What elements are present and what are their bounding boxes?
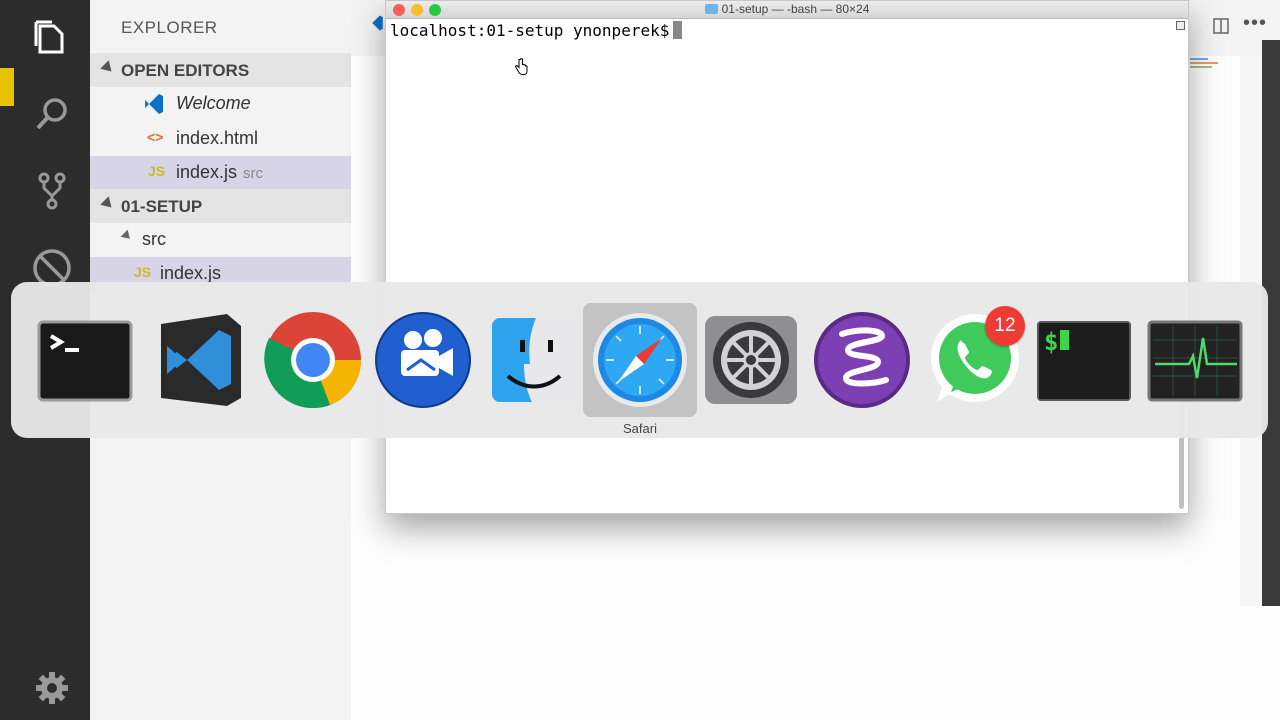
expand-triangle-icon: [120, 229, 134, 243]
file-label: index.js: [176, 162, 238, 182]
js-icon: JS: [134, 264, 152, 280]
project-header[interactable]: 01-SETUP: [90, 189, 351, 223]
emacs-app-icon: [814, 312, 910, 408]
terminal-app[interactable]: [28, 303, 142, 417]
yellow-marker: [0, 68, 14, 106]
chrome-app-icon: [264, 312, 362, 409]
screenflow-app-icon: [375, 312, 471, 408]
vscode-app[interactable]: [142, 303, 256, 417]
app-switcher: 12 $ Safari: [11, 282, 1268, 438]
minimap-code-preview: [1190, 56, 1230, 78]
terminal-prompt: localhost:01-setup ynonperek$: [390, 21, 670, 40]
open-editors-header[interactable]: OPEN EDITORS: [90, 53, 351, 87]
safari-app[interactable]: [583, 303, 697, 417]
system-preferences-app-icon: [705, 316, 797, 404]
vscode-icon: [142, 92, 166, 119]
terminal-content[interactable]: localhost:01-setup ynonperek$: [390, 21, 683, 40]
file-folder-hint: src: [243, 165, 264, 182]
folder-src[interactable]: src: [90, 223, 351, 257]
text-cursor: [673, 21, 683, 39]
screenflow-app[interactable]: [366, 303, 480, 417]
folder-icon: [704, 4, 718, 14]
hand-pointer-icon: [514, 58, 528, 81]
collapse-triangle-icon: [100, 60, 116, 76]
safari-app-icon: [593, 313, 687, 407]
vscode-tab-icon[interactable]: [367, 14, 385, 37]
activity-monitor-app-icon: [1147, 320, 1243, 402]
js-icon: JS: [148, 163, 166, 179]
terminal-title-text: 01-setup — -bash — 80×24: [721, 2, 870, 16]
whatsapp-app[interactable]: 12: [916, 303, 1030, 417]
search-icon[interactable]: [32, 94, 72, 134]
activity-monitor-app[interactable]: [1138, 303, 1252, 417]
notification-badge: 12: [985, 306, 1025, 346]
collapse-triangle-icon: [100, 196, 116, 212]
open-editor-index-js[interactable]: JS index.js src: [90, 156, 351, 190]
chrome-app[interactable]: [256, 303, 370, 417]
terminal-app-icon: [37, 320, 133, 402]
vscode-app-icon: [161, 314, 241, 406]
files-icon[interactable]: [32, 18, 72, 58]
gear-icon[interactable]: [32, 668, 72, 708]
finder-app[interactable]: [477, 303, 591, 417]
emacs-app[interactable]: [805, 303, 919, 417]
iterm-app[interactable]: $: [1027, 303, 1141, 417]
finder-app-icon: [492, 318, 576, 402]
terminal-titlebar[interactable]: 01-setup — -bash — 80×24: [386, 1, 1188, 19]
iterm-app-icon: $: [1037, 321, 1131, 401]
terminal-title: 01-setup — -bash — 80×24: [386, 2, 1188, 16]
explorer-title: EXPLORER: [121, 18, 218, 37]
open-editor-welcome[interactable]: Welcome: [90, 87, 351, 121]
system-preferences-app[interactable]: [694, 303, 808, 417]
open-editor-index-html[interactable]: <> index.html: [90, 122, 351, 156]
source-control-icon[interactable]: [32, 170, 72, 210]
html-icon: <>: [147, 129, 164, 145]
more-actions-icon[interactable]: •••: [1243, 12, 1267, 35]
selected-app-label: Safari: [623, 421, 657, 436]
svg-text:$: $: [1044, 328, 1058, 356]
split-editor-icon[interactable]: [1213, 18, 1229, 39]
scroll-marker-icon: [1176, 21, 1185, 30]
